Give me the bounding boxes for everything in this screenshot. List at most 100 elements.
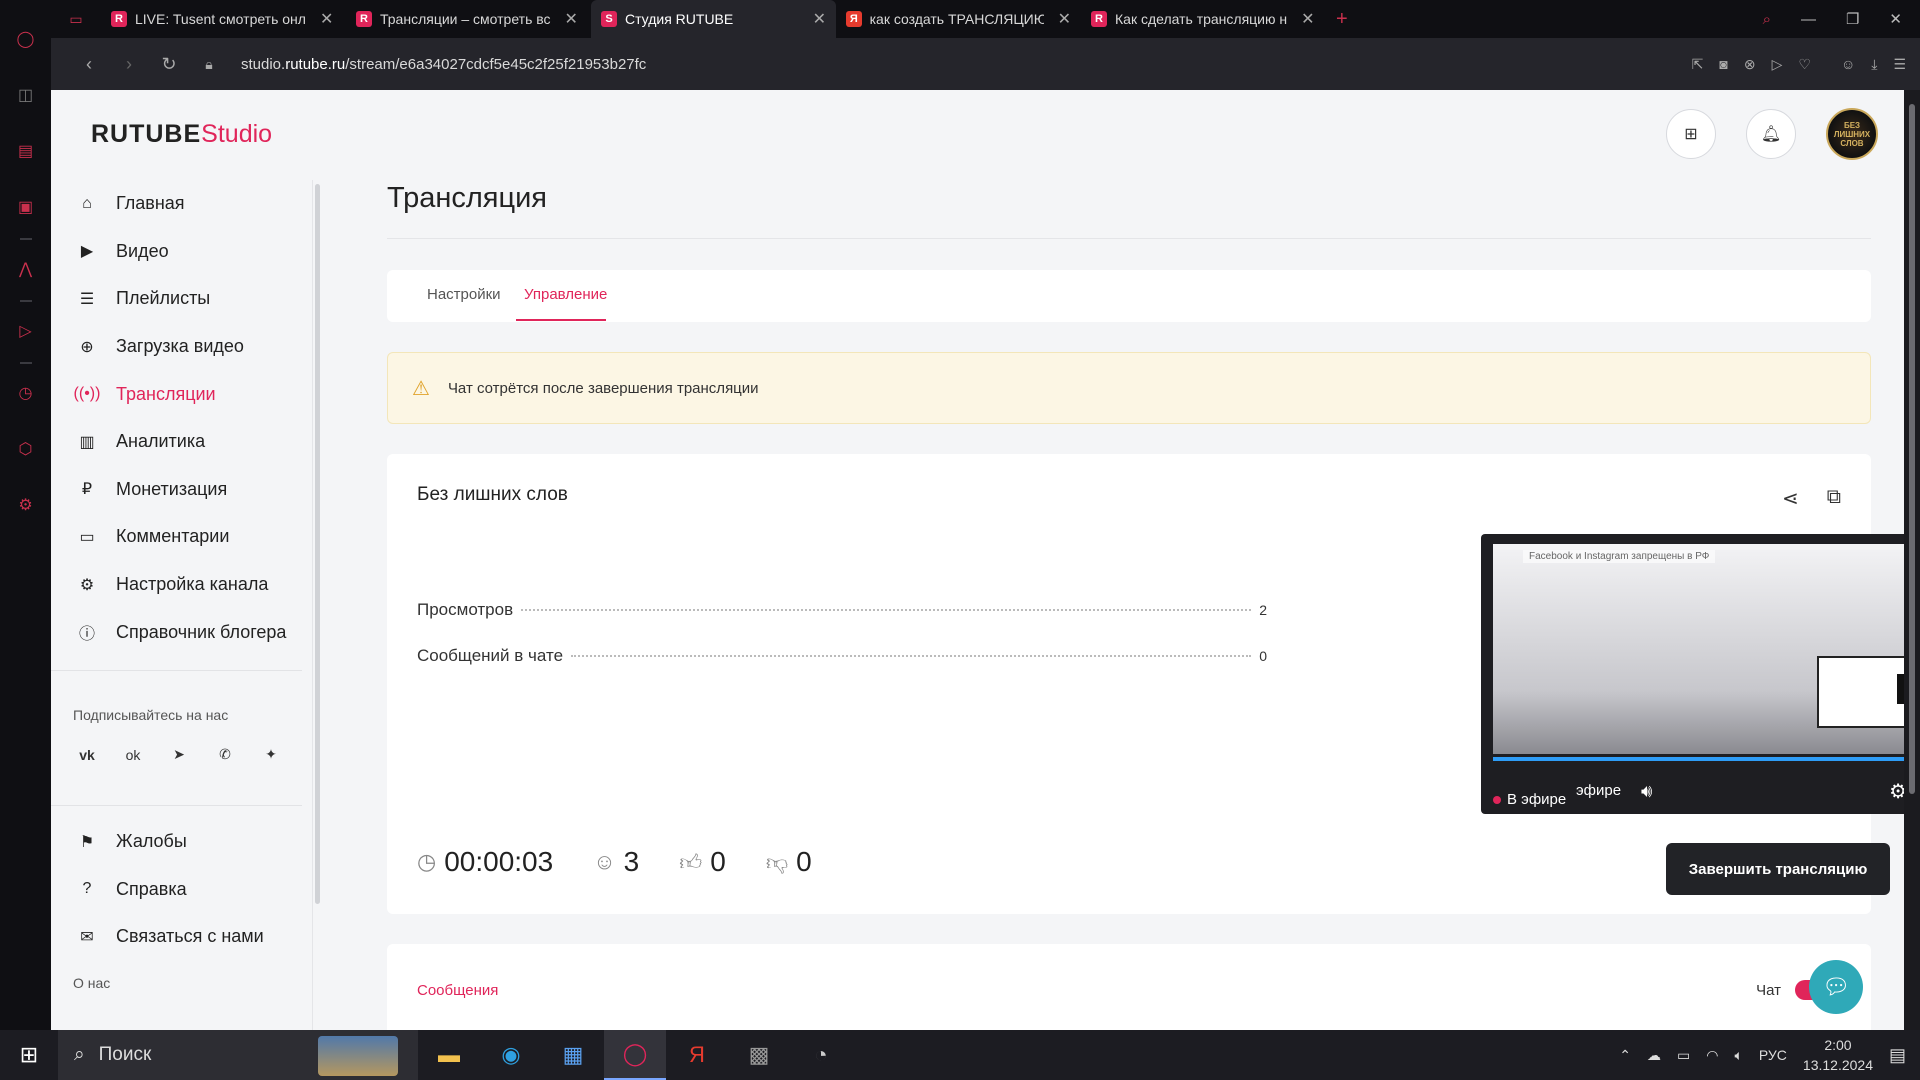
adblock-icon[interactable]: ⊗ [1744,56,1756,73]
browser-tab-active[interactable]: S Студия RUTUBE ✕ [591,0,836,38]
avatar[interactable]: БЕЗ ЛИШНИХ СЛОВ [1826,108,1878,160]
viber-icon[interactable]: ✆ [209,739,241,771]
sidebar-item-upload[interactable]: ⊕ Загрузка видео [51,323,312,371]
tab-workspace[interactable]: ▭ [51,0,101,38]
search-tabs-icon[interactable]: ⌕ [1763,11,1771,28]
yandex-browser-icon[interactable]: Я [666,1030,728,1080]
close-icon[interactable]: ✕ [1301,9,1314,29]
back-icon[interactable]: ‹ [69,54,109,75]
chevron-up-icon[interactable]: ⌃ [1619,1047,1631,1064]
windows-start-icon[interactable]: ⊞ [0,1042,58,1068]
arc-icon[interactable]: ⋀ [14,257,38,281]
forward-icon[interactable]: › [109,54,149,75]
twitch-icon[interactable]: ▤ [14,139,38,163]
maximize-icon[interactable]: ❐ [1846,10,1859,28]
wifi-icon[interactable]: ◠ [1706,1047,1718,1064]
url-field[interactable]: studio.rutube.ru/stream/e6a34027cdcf5e45… [241,56,646,73]
opera-logo-icon[interactable]: ◯ [14,27,38,51]
end-stream-button[interactable]: Завершить трансляцию [1666,843,1890,895]
studio-sidebar: ⌂ Главная ▶ Видео ☰ Плейлисты ⊕ Загрузка вид… [51,180,313,1030]
language-indicator[interactable]: РУС [1759,1047,1787,1063]
taskbar-search[interactable]: ⌕ Поиск [58,1030,418,1080]
sidebar-item-channel-settings[interactable]: ⚙ Настройка канала [51,561,312,609]
volume-tray-icon[interactable]: 🔈︎ [1734,1047,1742,1064]
sidebar-scrollbar[interactable] [315,184,320,904]
menu-icon[interactable]: ☰ [1893,56,1906,73]
progress-bar[interactable] [1493,757,1904,761]
sidebar-bottom-nav: ⚑ Жалобы ? Справка ✉ Связаться с нами [51,818,312,961]
sidebar-item-blogger-guide[interactable]: ⓘ Справочник блогера [51,608,312,656]
volume-icon[interactable]: 🔊︎ [1641,781,1652,802]
aria-icon[interactable]: ▣ [14,195,38,219]
about-link[interactable]: О нас [51,961,312,991]
sidebar-item-video[interactable]: ▶ Видео [51,228,312,276]
settings-icon[interactable]: ⚙ [14,493,38,517]
close-icon[interactable]: ✕ [565,9,578,29]
support-chat-button[interactable]: 💬︎ [1809,960,1863,1014]
close-icon[interactable]: ✕ [1058,9,1071,29]
gamepad-icon[interactable]: ◫ [14,83,38,107]
tab-title: LIVE: Tusent смотреть онл [135,11,306,27]
recorder-icon[interactable]: ◔ [790,1030,852,1080]
browser-tab[interactable]: R Трансляции – смотреть вс ✕ [346,0,591,38]
vk-icon[interactable]: vk [71,739,103,771]
reload-icon[interactable]: ↻ [149,54,189,75]
page-scrollbar[interactable] [1904,90,1920,1030]
scrollbar-thumb[interactable] [1909,104,1915,794]
clock[interactable]: 2:00 13.12.2024 [1803,1035,1873,1075]
rutube-studio-logo[interactable]: RUTUBEStudio [91,120,272,149]
home-icon: ⌂ [82,194,92,212]
send-icon[interactable]: ▷ [1772,56,1783,73]
player-icon[interactable]: ▷ [14,319,38,343]
sidebar-item-playlists[interactable]: ☰ Плейлисты [51,275,312,323]
profile-icon[interactable]: ☺ [1841,56,1855,72]
minimize-icon[interactable]: — [1801,11,1816,28]
chat-bubble-icon: 💬︎ [1822,974,1850,999]
settings-gear-icon[interactable]: ⚙ [1889,779,1904,804]
display-icon[interactable]: ▭ [1677,1047,1690,1064]
sidebar-item-analytics[interactable]: ▥ Аналитика [51,418,312,466]
open-external-icon[interactable]: ⧉ [1827,486,1841,511]
share-page-icon[interactable]: ⇱ [1692,56,1704,73]
new-tab-icon[interactable]: + [1326,8,1358,31]
sidebar-item-home[interactable]: ⌂ Главная [51,180,312,228]
stream-preview-player[interactable]: Facebook и Instagram запрещены в РФ В эф… [1481,534,1904,814]
sidebar-item-help[interactable]: ? Справка [51,866,312,914]
dzen-icon[interactable]: ✦ [255,739,287,771]
download-icon[interactable]: ⤓ [1871,56,1877,73]
playlist-icon: ☰ [79,290,95,308]
game-icon[interactable]: ▩ [728,1030,790,1080]
history-icon[interactable]: ◷ [14,381,38,405]
sidebar-item-monetization[interactable]: ₽ Монетизация [51,466,312,514]
share-icon[interactable]: ⋖ [1782,486,1799,511]
active-tab-underline [516,319,606,321]
browser-tab[interactable]: R Как сделать трансляцию н ✕ [1081,0,1326,38]
camera-icon[interactable]: ◙ [1719,56,1727,72]
onedrive-icon[interactable]: ☁ [1647,1047,1661,1064]
tab-settings[interactable]: Настройки [427,286,501,303]
close-icon[interactable]: ✕ [320,9,333,29]
add-content-button[interactable]: ⊞ [1666,109,1716,159]
sidebar-item-complaints[interactable]: ⚑ Жалобы [51,818,312,866]
store-icon[interactable]: ▦ [542,1030,604,1080]
sidebar-item-contact[interactable]: ✉ Связаться с нами [51,913,312,961]
browser-tab[interactable]: R LIVE: Tusent смотреть онл ✕ [101,0,346,38]
edge-icon[interactable]: ◉ [480,1030,542,1080]
close-window-icon[interactable]: ✕ [1889,10,1902,28]
sidebar-item-label: Комментарии [116,526,230,547]
browser-tab[interactable]: Я как создать ТРАНСЛЯЦИЮ ✕ [836,0,1081,38]
heart-icon[interactable]: ♡ [1798,56,1811,73]
sidebar-item-comments[interactable]: ▭ Комментарии [51,513,312,561]
thumbs-up-icon: 👍︎ [679,849,703,875]
tab-management[interactable]: Управление [524,286,607,303]
close-icon[interactable]: ✕ [813,9,826,29]
telegram-icon[interactable]: ➤ [163,739,195,771]
tab-messages[interactable]: Сообщения [417,982,498,999]
ok-icon[interactable]: ok [117,739,149,771]
sidebar-item-broadcasts[interactable]: ((•)) Трансляции [51,370,312,418]
file-explorer-icon[interactable]: ▬ [418,1030,480,1080]
notifications-button[interactable]: 🔔︎ [1746,109,1796,159]
cube-icon[interactable]: ⬡ [14,437,38,461]
opera-icon[interactable]: ◯ [604,1030,666,1080]
notifications-tray-icon[interactable]: ▤ [1889,1045,1906,1066]
